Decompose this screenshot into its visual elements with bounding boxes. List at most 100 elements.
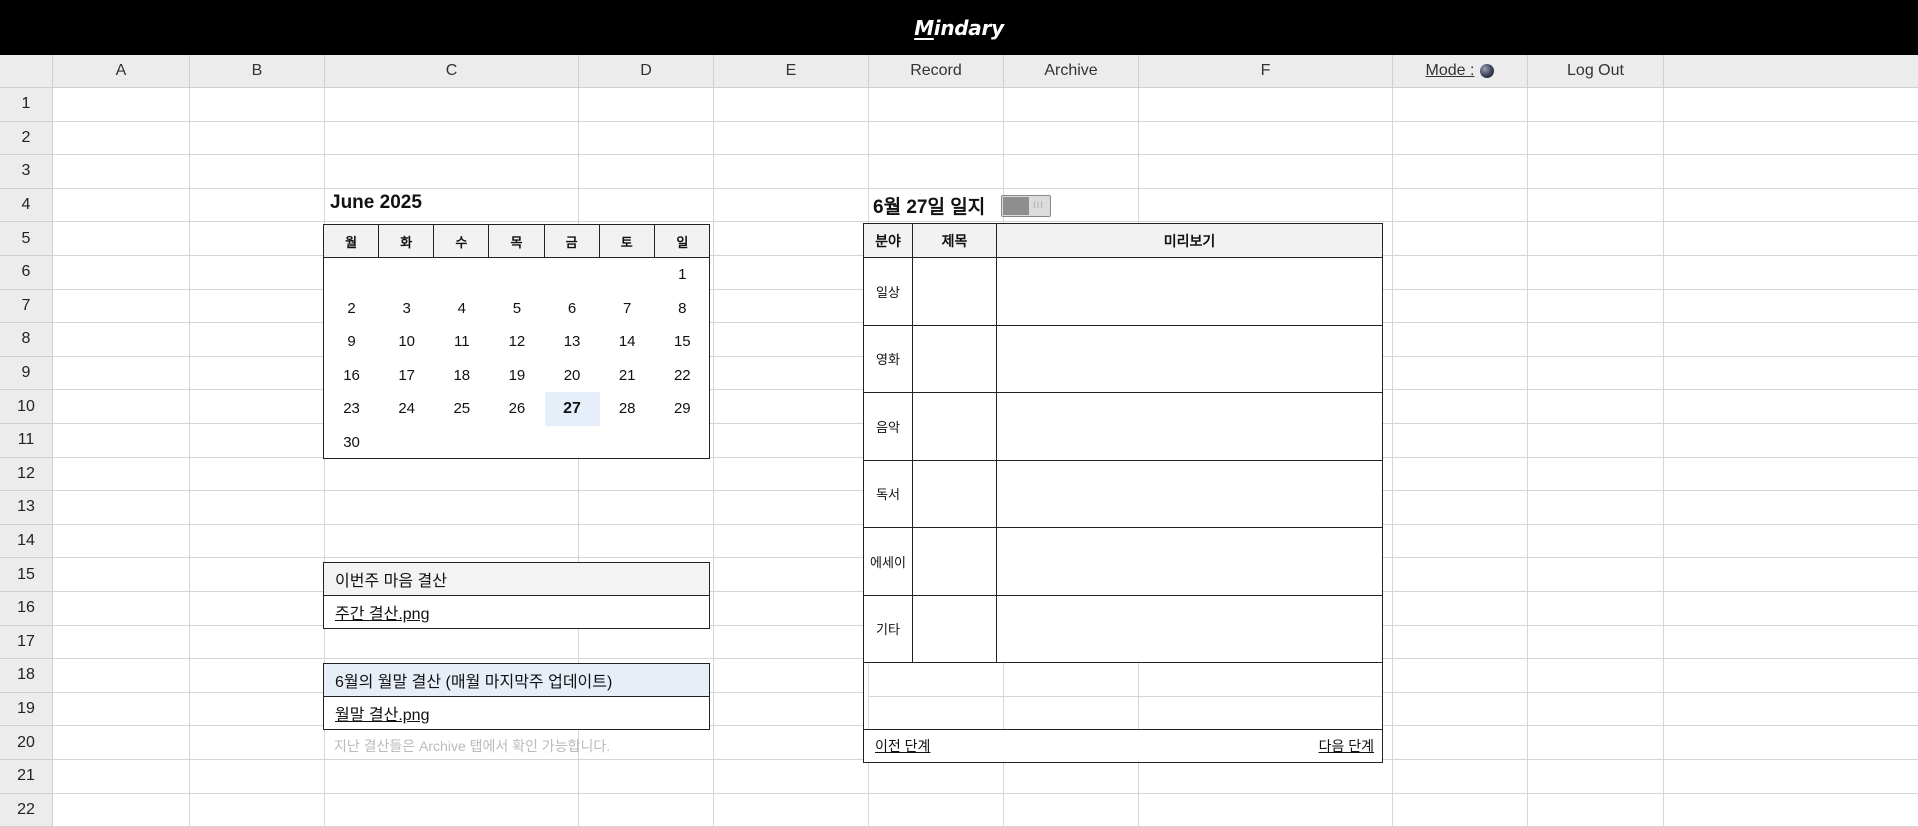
row-header: 6 [0, 256, 53, 290]
calendar-day-today[interactable]: 27 [544, 392, 600, 426]
row-header: 20 [0, 726, 53, 760]
calendar-day[interactable]: 3 [379, 292, 434, 326]
weekday-label: 금 [545, 225, 600, 257]
calendar-day[interactable]: 25 [434, 392, 489, 426]
archive-tab[interactable]: Archive [1004, 55, 1139, 88]
journal-preview-cell[interactable] [997, 258, 1382, 325]
column-header-b: B [190, 55, 325, 88]
weekday-label: 화 [379, 225, 435, 257]
weekly-settlement: 이번주 마음 결산 주간 결산.png [323, 562, 710, 629]
journal-title-cell[interactable] [913, 258, 997, 325]
journal-preview-cell[interactable] [997, 326, 1382, 393]
calendar-day[interactable]: 28 [600, 392, 655, 426]
journal-toggle-switch[interactable]: III [1001, 195, 1051, 217]
calendar-day[interactable]: 10 [379, 325, 434, 359]
row-header: 2 [0, 121, 53, 156]
calendar-day[interactable]: 6 [545, 292, 600, 326]
journal-title-cell[interactable] [913, 528, 997, 595]
calendar-day[interactable]: 2 [324, 292, 379, 326]
calendar-empty-cell [600, 426, 655, 460]
grid-corner [0, 55, 53, 88]
journal-title-cell[interactable] [913, 595, 997, 662]
weekly-settlement-title: 이번주 마음 결산 [324, 563, 709, 596]
journal-preview-cell[interactable] [997, 461, 1382, 528]
calendar-day[interactable]: 15 [655, 325, 710, 359]
weekday-label: 토 [600, 225, 655, 257]
column-header-f: F [1139, 55, 1393, 88]
row-header: 3 [0, 155, 53, 189]
prev-step-button[interactable]: 이전 단계 [875, 736, 930, 756]
calendar-day[interactable]: 21 [600, 359, 655, 393]
journal-title-cell[interactable] [913, 460, 997, 527]
journal-title: 6월 27일 일지 [873, 197, 986, 218]
row-header: 12 [0, 457, 53, 492]
journal-preview-cell[interactable] [997, 596, 1382, 663]
row-header: 14 [0, 524, 53, 559]
logout-button[interactable]: Log Out [1528, 55, 1664, 88]
journal-title-cell[interactable] [913, 393, 997, 460]
calendar-day[interactable]: 23 [324, 392, 379, 426]
grid-line [53, 792, 1918, 794]
calendar-day[interactable]: 12 [489, 325, 544, 359]
calendar-empty-cell [379, 258, 434, 292]
row-header: 11 [0, 424, 53, 458]
journal-preview-cell[interactable] [997, 393, 1382, 460]
header-preview: 미리보기 [1163, 233, 1216, 250]
column-header-e: E [714, 55, 869, 88]
calendar-empty-cell [545, 426, 600, 460]
journal-category: 기타 [864, 595, 913, 662]
journal-title-cell[interactable] [913, 325, 997, 392]
calendar-day[interactable]: 30 [324, 426, 379, 460]
row-header: 8 [0, 323, 53, 357]
calendar-empty-cell [434, 426, 489, 460]
monthly-settlement-file-link[interactable]: 월말 결산.png [324, 697, 709, 729]
logo-rest: indary [933, 15, 1004, 40]
mode-label: Mode : [1425, 62, 1475, 79]
calendar-empty-cell [655, 426, 710, 460]
row-header: 9 [0, 356, 53, 391]
row-header: 21 [0, 760, 53, 794]
row-header: 18 [0, 659, 53, 693]
next-step-button[interactable]: 다음 단계 [1319, 736, 1374, 756]
moon-icon [1480, 64, 1495, 78]
calendar-day[interactable]: 29 [655, 392, 710, 426]
calendar-day[interactable]: 22 [655, 359, 710, 393]
weekday-label: 수 [434, 225, 490, 257]
record-tab[interactable]: Record [869, 55, 1004, 88]
journal-row: 에세이 [864, 528, 1382, 596]
app-logo[interactable]: Mindary [914, 16, 1004, 40]
calendar-day[interactable]: 9 [324, 325, 379, 359]
monthly-settlement: 6월의 월말 결산 (매월 마지막주 업데이트) 월말 결산.png [323, 663, 710, 730]
row-header: 19 [0, 692, 53, 727]
calendar-day[interactable]: 8 [655, 292, 710, 326]
mode-toggle[interactable]: Mode : [1393, 55, 1528, 88]
calendar-day[interactable]: 17 [379, 359, 434, 393]
calendar-weekday-header: 월화수목금토 일 [324, 225, 709, 258]
calendar-day[interactable]: 20 [545, 359, 600, 393]
toggle-grip-icon: III [1033, 201, 1044, 211]
calendar-day[interactable]: 26 [489, 392, 544, 426]
journal-row: 독서 [864, 460, 1382, 528]
row-header: 5 [0, 222, 53, 256]
row-header: 10 [0, 390, 53, 424]
calendar-title: June 2025 [330, 192, 422, 213]
weekday-label: 목 [489, 225, 545, 257]
journal-nav: 이전 단계 다음 단계 [864, 730, 1382, 762]
calendar-day[interactable]: 13 [545, 325, 600, 359]
header-category: 분야 [864, 224, 913, 257]
grid-line [53, 154, 1918, 156]
calendar-day[interactable]: 24 [379, 392, 434, 426]
calendar-day[interactable]: 7 [600, 292, 655, 326]
journal-row: 일상 [864, 258, 1382, 326]
calendar-empty-cell [545, 258, 600, 292]
journal-preview-cell[interactable] [997, 528, 1382, 595]
calendar-day[interactable]: 16 [324, 359, 379, 393]
calendar-day[interactable]: 18 [434, 359, 489, 393]
calendar-day[interactable]: 5 [489, 292, 544, 326]
weekly-settlement-file-link[interactable]: 주간 결산.png [324, 596, 709, 628]
calendar-day[interactable]: 19 [489, 359, 544, 393]
calendar-day[interactable]: 11 [434, 325, 489, 359]
calendar-day[interactable]: 14 [600, 325, 655, 359]
calendar-day[interactable]: 4 [434, 292, 489, 326]
calendar-day[interactable]: 1 [655, 258, 710, 292]
